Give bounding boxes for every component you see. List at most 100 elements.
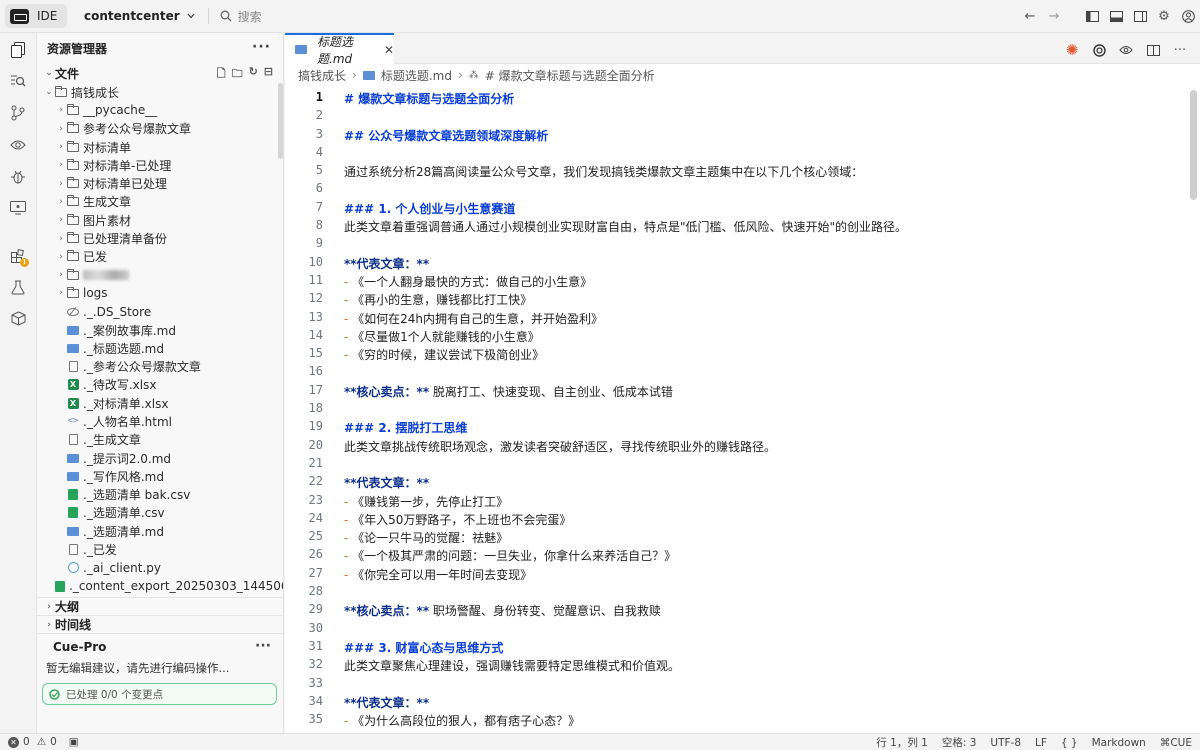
source-control-icon[interactable]: [6, 101, 30, 125]
new-file-icon[interactable]: 🗋: [217, 65, 226, 84]
line-content: - 《论一只牛马的觉醒：祛魅》: [323, 529, 508, 547]
line-token: **核心卖点：**: [344, 604, 430, 619]
outline-section-header[interactable]: › 大纲: [37, 597, 283, 615]
package-box-icon[interactable]: [6, 306, 30, 330]
tree-item[interactable]: ._选题清单.csv: [37, 504, 283, 522]
account-icon[interactable]: [1176, 5, 1200, 29]
close-icon[interactable]: ✕: [384, 43, 394, 57]
tree-item[interactable]: › 对标清单已处理: [37, 174, 283, 192]
preview-eye-icon[interactable]: [1114, 38, 1138, 62]
tree-item[interactable]: › 参考公众号爆款文章: [37, 120, 283, 138]
breadcrumb-folder[interactable]: 搞钱成长: [298, 67, 346, 84]
tree-item-label: 已发: [83, 250, 108, 265]
encoding[interactable]: UTF-8: [990, 737, 1021, 749]
tree-item[interactable]: X ._待改写.xlsx: [37, 376, 283, 394]
extensions-icon[interactable]: !: [6, 244, 30, 268]
tree-item[interactable]: ._标题选题.md: [37, 339, 283, 357]
forward-arrow-icon[interactable]: →: [1042, 5, 1066, 29]
cue-logo-icon: [49, 688, 60, 700]
tree-item[interactable]: ._ai_client.py: [37, 559, 283, 577]
settings-gear-icon[interactable]: ⚙: [1152, 5, 1176, 29]
line-token: -: [344, 311, 353, 326]
cursor-position[interactable]: 行 1，列 1: [876, 735, 928, 750]
tree-item[interactable]: ._content_export_20250303_144506...: [37, 577, 283, 595]
back-arrow-icon[interactable]: ←: [1018, 5, 1042, 29]
tree-item[interactable]: ›: [37, 266, 283, 284]
line-content: **代表文章：**: [323, 255, 429, 273]
tree-item[interactable]: › 对标清单: [37, 138, 283, 156]
tab-active-file[interactable]: 标题选题.md ✕: [285, 33, 394, 66]
line-number: 21: [308, 455, 323, 470]
file-icon: [67, 361, 79, 373]
more-actions-icon[interactable]: ···: [252, 39, 271, 55]
toggle-sidebar-icon[interactable]: [1080, 5, 1104, 29]
search-box[interactable]: 搜索: [220, 8, 262, 25]
warning-count[interactable]: 0: [50, 736, 57, 748]
tree-item[interactable]: ._参考公众号爆款文章: [37, 357, 283, 375]
cue-status-box[interactable]: 已处理 0/0 个变更点: [42, 683, 277, 705]
line-token: **代表文章：**: [344, 256, 430, 271]
tree-item[interactable]: › 已发: [37, 248, 283, 266]
code-editor[interactable]: 1 # 爆款文章标题与选题全面分析 2 3 ## 公众号爆款文章选题领域深度解析 4 5 通过…: [285, 90, 1200, 733]
more-actions-icon[interactable]: ···: [255, 638, 271, 654]
tree-item[interactable]: › 对标清单-已处理: [37, 156, 283, 174]
tree-item[interactable]: ._案例故事库.md: [37, 321, 283, 339]
editor-scrollbar[interactable]: [1190, 90, 1197, 200]
tree-item[interactable]: › logs: [37, 284, 283, 302]
line-content: **代表文章：**: [323, 694, 429, 712]
toggle-secondary-sidebar-icon[interactable]: [1128, 5, 1152, 29]
collapse-all-icon[interactable]: ⊟: [264, 65, 273, 84]
tree-item[interactable]: › 图片素材: [37, 211, 283, 229]
split-editor-icon[interactable]: [1141, 38, 1165, 62]
tree-item[interactable]: ._写作风格.md: [37, 467, 283, 485]
braces-indicator[interactable]: { }: [1061, 737, 1078, 749]
ide-switcher[interactable]: IDE: [5, 4, 67, 28]
tree-item[interactable]: ._提示词2.0.md: [37, 449, 283, 467]
tree-root-folder[interactable]: ⌄ 搞钱成长: [37, 83, 283, 101]
line-number: 12: [308, 291, 323, 306]
toggle-panel-icon[interactable]: [1104, 5, 1128, 29]
project-selector[interactable]: contentcenter: [84, 9, 195, 23]
end-of-line[interactable]: LF: [1035, 737, 1047, 749]
cue-status-item[interactable]: ⌘CUE: [1160, 737, 1192, 749]
refresh-icon[interactable]: ↻: [249, 65, 258, 84]
tree-item[interactable]: › __pycache__: [37, 101, 283, 119]
files-section-header[interactable]: ⌄ 文件 🗋 🗀 ↻ ⊟: [37, 63, 283, 83]
line-number: 28: [308, 584, 323, 599]
tree-item[interactable]: ._选题清单.md: [37, 522, 283, 540]
tree-item[interactable]: ._content_export_20250303_144506...: [37, 595, 283, 597]
code-line: 13- 《如何在24h内拥有自己的生意，并开始盈利》: [285, 310, 1200, 328]
preview-eye-icon[interactable]: [6, 133, 30, 157]
cue-pro-header[interactable]: Cue-Pro ···: [37, 638, 283, 656]
language-mode[interactable]: Markdown: [1092, 737, 1146, 749]
tree-item[interactable]: ._.DS_Store: [37, 303, 283, 321]
timeline-section-header[interactable]: › 时间线: [37, 615, 283, 633]
error-count[interactable]: 0: [23, 736, 30, 748]
breadcrumb-file[interactable]: 标题选题.md: [381, 67, 452, 84]
tree-item[interactable]: <> ._人物名单.html: [37, 412, 283, 430]
tree-item-label: ._人物名单.html: [83, 414, 172, 429]
ai-spark-icon[interactable]: ✺: [1060, 38, 1084, 62]
more-actions-icon[interactable]: ···: [1168, 38, 1192, 62]
indentation[interactable]: 空格: 3: [942, 735, 977, 750]
chevron-right-icon: ›: [59, 123, 63, 134]
chevron-right-icon: ›: [47, 601, 51, 612]
breadcrumb-heading[interactable]: # 爆款文章标题与选题全面分析: [485, 67, 655, 84]
sidebar-scrollbar[interactable]: [278, 83, 283, 159]
ports-icon[interactable]: ▣: [69, 736, 79, 748]
openai-icon[interactable]: [1087, 38, 1111, 62]
tree-item[interactable]: › 已处理清单备份: [37, 229, 283, 247]
debug-bug-icon[interactable]: [6, 165, 30, 189]
search-code-icon[interactable]: [6, 69, 30, 93]
tree-item[interactable]: X ._对标清单.xlsx: [37, 394, 283, 412]
line-content: - 《一个极其严肃的问题：一旦失业，你拿什么来养活自己？》: [323, 547, 676, 565]
remote-display-icon[interactable]: [6, 196, 30, 220]
new-folder-icon[interactable]: 🗀: [232, 65, 243, 84]
tree-item[interactable]: › 生成文章: [37, 193, 283, 211]
tree-item[interactable]: ._生成文章: [37, 431, 283, 449]
testing-flask-icon[interactable]: [6, 275, 30, 299]
tree-item-label: ._写作风格.md: [83, 469, 164, 484]
explorer-files-icon[interactable]: [6, 38, 30, 62]
tree-item[interactable]: ._已发: [37, 540, 283, 558]
tree-item[interactable]: ._选题清单 bak.csv: [37, 486, 283, 504]
